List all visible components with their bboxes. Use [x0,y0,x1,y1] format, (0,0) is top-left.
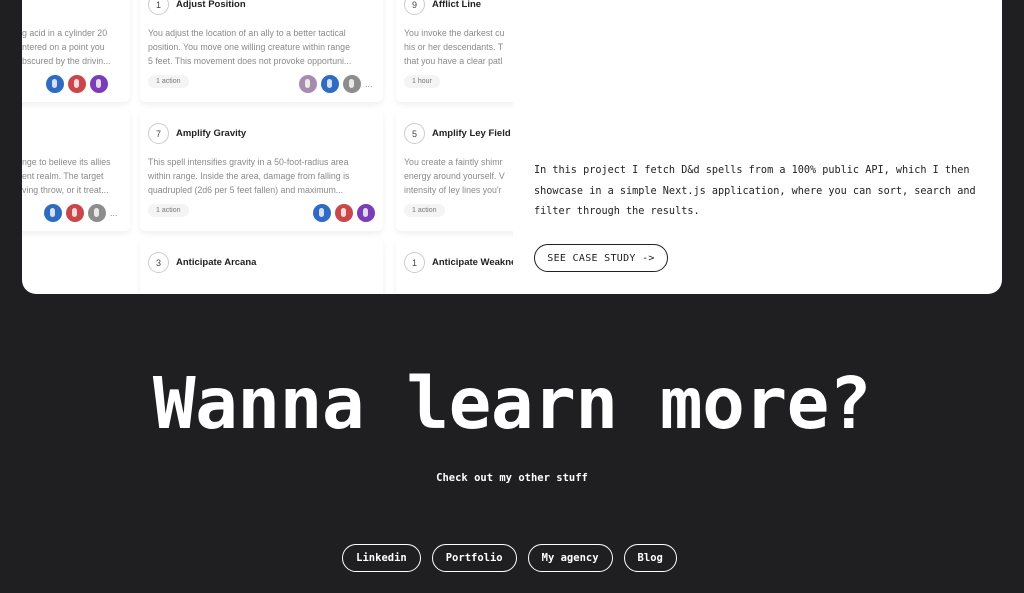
spell-card-anticipate-weakness[interactable]: 1 Anticipate Weakness [396,238,513,294]
spell-title: Amplify Ley Field [432,128,511,139]
spell-level: 5 [404,123,425,144]
class-icons [313,204,375,222]
spell-card-anticipate-arcana[interactable]: 3 Anticipate Arcana [140,238,383,294]
spell-description: g acid in a cylinder 20 ntered on a poin… [22,26,111,68]
class-icon [313,204,331,222]
desc-line: intensity of ley lines you'r [404,185,502,195]
portfolio-link[interactable]: Portfolio [431,544,517,572]
spell-description: nge to believe its allies ent realm. The… [22,155,111,197]
casting-time-badge: 1 action [148,204,189,217]
spell-card-afflict-line[interactable]: 9 Afflict Line You invoke the darkest cu… [396,0,513,102]
class-icon [335,204,353,222]
footer-subtitle: Check out my other stuff [436,472,588,484]
class-icon [68,75,86,93]
desc-line: position. You move one willing creature … [148,42,350,52]
casting-time-badge: 1 hour [404,75,440,88]
footer-headline: Wanna learn more? [152,362,872,445]
spell-description: You adjust the location of an ally to a … [148,26,351,68]
class-icon [90,75,108,93]
spell-level: 1 [148,0,169,15]
desc-line: You adjust the location of an ally to a … [148,28,346,38]
desc-line: You invoke the darkest cu [404,28,505,38]
spell-title: Amplify Gravity [176,128,247,139]
desc-line: ent realm. The target [22,171,104,181]
desc-line: within range. Inside the area, damage fr… [148,171,350,181]
class-icons: ... [299,75,375,93]
class-icons [46,75,108,93]
desc-line: 5 feet. This movement does not provoke o… [148,56,352,66]
spell-description: You create a faintly shimr energy around… [404,155,505,197]
spell-description: This spell intensifies gravity in a 50-f… [148,155,349,197]
desc-line: his or her descendants. T [404,42,504,52]
spell-card-adjust-position[interactable]: 1 Adjust Position You adjust the locatio… [140,0,383,102]
spell-preview: g acid in a cylinder 20 ntered on a poin… [22,0,513,294]
class-icon [66,204,84,222]
class-icon [44,204,62,222]
spell-title: Anticipate Weakness [432,257,513,268]
spell-card-amplify-gravity[interactable]: 7 Amplify Gravity This spell intensifies… [140,109,383,231]
spell-card[interactable]: g acid in a cylinder 20 ntered on a poin… [22,0,130,102]
desc-line: ving throw, or it treat... [22,185,109,195]
class-icon [357,204,375,222]
my-agency-link[interactable]: My agency [527,544,613,572]
more-icon: ... [365,79,373,89]
class-icons: ... [44,204,120,222]
casting-time-badge: 1 action [404,204,445,217]
desc-line: nge to believe its allies [22,157,111,167]
spell-card[interactable]: nge to believe its allies ent realm. The… [22,109,130,231]
spell-level: 3 [148,252,169,273]
blog-link[interactable]: Blog [623,544,677,572]
class-icon [88,204,106,222]
project-card: g acid in a cylinder 20 ntered on a poin… [22,0,1002,294]
spell-description: You invoke the darkest cu his or her des… [404,26,504,68]
class-icon [46,75,64,93]
desc-line: energy around yourself. V [404,171,505,181]
project-description: In this project I fetch D&d spells from … [534,165,976,217]
casting-time-badge: 1 action [148,75,189,88]
desc-line: that you have a clear patl [404,56,503,66]
desc-line: ntered on a point you [22,42,105,52]
spell-level: 1 [404,252,425,273]
spell-card-amplify-ley-field[interactable]: 5 Amplify Ley Field You create a faintly… [396,109,513,231]
spell-level: 7 [148,123,169,144]
class-icon [343,75,361,93]
spell-title: Anticipate Arcana [176,257,257,268]
desc-line: quadrupled (2d6 per 5 feet fallen) and m… [148,185,344,195]
desc-line: This spell intensifies gravity in a 50-f… [148,157,349,167]
desc-line: You create a faintly shimr [404,157,503,167]
desc-line: g acid in a cylinder 20 [22,28,108,38]
spell-title: Adjust Position [176,0,246,10]
desc-line: bscured by the drivin... [22,56,111,66]
more-icon: ... [110,208,118,218]
see-case-study-button[interactable]: SEE CASE STUDY -> [534,244,668,272]
social-links: Linkedin Portfolio My agency Blog [0,544,1024,572]
spell-level: 9 [404,0,425,15]
class-icon [321,75,339,93]
spell-title: Afflict Line [432,0,482,10]
linkedin-link[interactable]: Linkedin [342,544,421,572]
class-icon [299,75,317,93]
